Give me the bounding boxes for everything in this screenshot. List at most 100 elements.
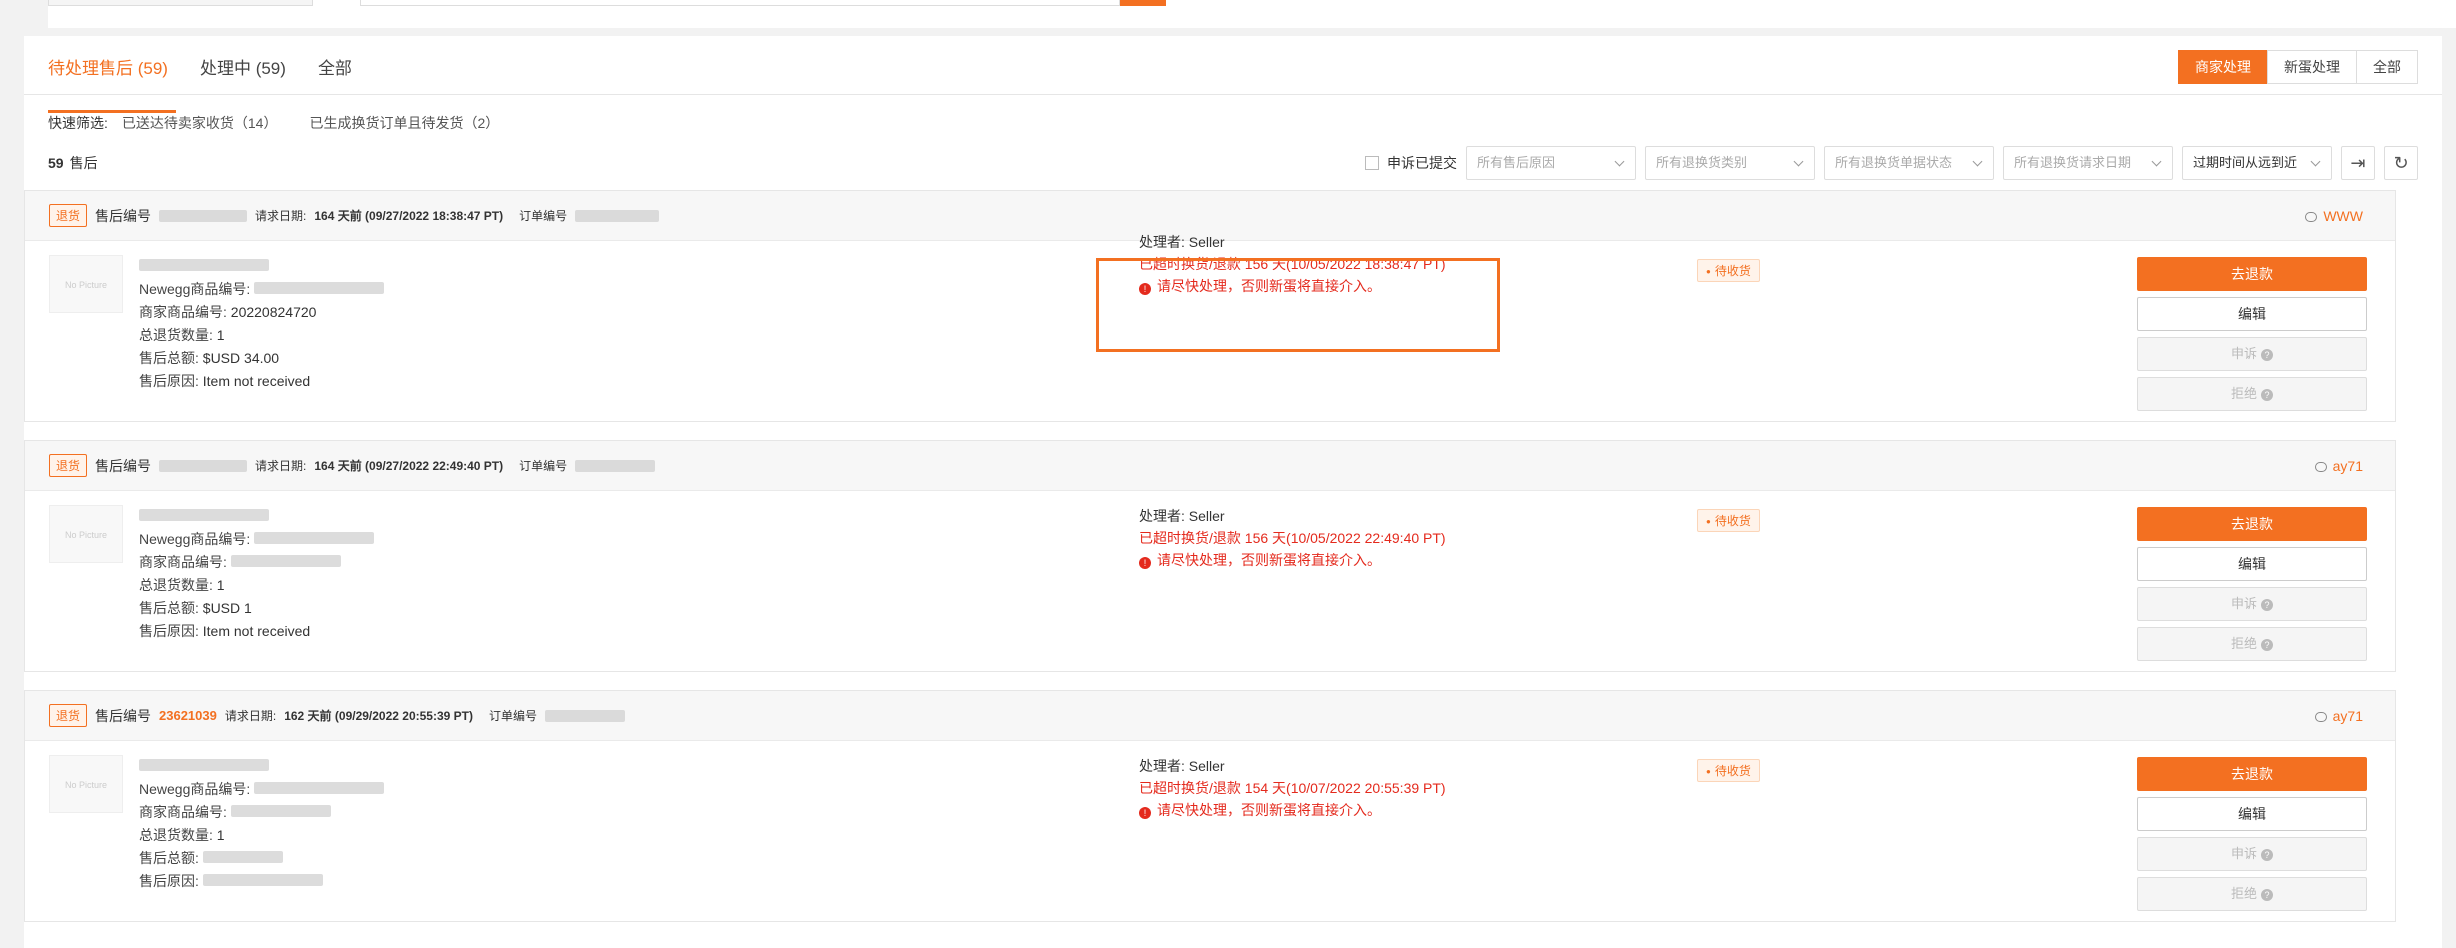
reject-button[interactable]: 拒绝? <box>2137 877 2367 911</box>
product-title[interactable] <box>139 505 374 528</box>
product-title[interactable] <box>139 255 384 278</box>
reject-button[interactable]: 拒绝? <box>2137 377 2367 411</box>
status-badge: 待收货 <box>1697 259 1760 282</box>
tab-pending[interactable]: 待处理售后 (59) <box>48 56 176 113</box>
reason-label: 售后原因: <box>139 373 199 389</box>
edit-button[interactable]: 编辑 <box>2137 297 2367 331</box>
handler-row: 处理者: Seller <box>1139 505 1446 527</box>
total-label: 售后总额: <box>139 600 199 616</box>
type-select[interactable]: 所有退换货类别 <box>1645 146 1815 180</box>
rma-no-redacted <box>159 459 248 472</box>
refund-button[interactable]: 去退款 <box>2137 507 2367 541</box>
reject-label: 拒绝 <box>2230 636 2257 651</box>
date-select[interactable]: 所有退换货请求日期 <box>2003 146 2173 180</box>
seller-item-label: 商家商品编号: <box>139 804 227 820</box>
refund-button[interactable]: 去退款 <box>2137 257 2367 291</box>
appeal-label: 申诉 <box>2230 846 2257 861</box>
export-icon[interactable]: ⇥ <box>2341 146 2375 180</box>
handler-value: Seller <box>1188 234 1225 250</box>
newegg-item-redacted <box>254 532 375 544</box>
newegg-item-row: Newegg商品编号: <box>139 778 385 801</box>
product-image: No Picture <box>49 755 123 813</box>
seller-item-row: 商家商品编号: <box>139 551 374 574</box>
appeal-button[interactable]: 申诉? <box>2137 587 2367 621</box>
edit-button[interactable]: 编辑 <box>2137 797 2367 831</box>
reject-button[interactable]: 拒绝? <box>2137 627 2367 661</box>
warning-icon: ! <box>1139 807 1151 819</box>
chat-icon <box>2314 462 2327 472</box>
appeal-label: 申诉 <box>2230 346 2257 361</box>
overdue-text: 已超时换货/退款 154 天(10/07/2022 20:55:39 PT) <box>1139 780 1446 796</box>
handler-value: Seller <box>1188 758 1225 774</box>
return-tag: 退货 <box>49 454 88 477</box>
customer-name[interactable]: WWW <box>2323 208 2363 224</box>
customer-link[interactable]: ay71 <box>2314 691 2363 741</box>
seller-item-row: 商家商品编号: 20220824720 <box>139 301 384 324</box>
tab-all[interactable]: 全部 <box>318 56 352 96</box>
handler-value: Seller <box>1188 508 1225 524</box>
reason-select[interactable]: 所有售后原因 <box>1466 146 1636 180</box>
appeal-label: 申诉 <box>2230 596 2257 611</box>
urgent-text: 请尽快处理，否则新蛋将直接介入。 <box>1157 278 1381 294</box>
appeal-submitted-checkbox[interactable]: 申诉已提交 <box>1365 153 1457 173</box>
result-count: 59 售后 <box>48 148 98 178</box>
seller-item-redacted <box>230 555 341 567</box>
search-input[interactable] <box>360 0 1120 6</box>
segment-seller[interactable]: 商家处理 <box>2178 50 2268 84</box>
edit-button[interactable]: 编辑 <box>2137 547 2367 581</box>
reject-label: 拒绝 <box>2230 386 2257 401</box>
rma-no[interactable]: 23621039 <box>159 708 217 723</box>
qty-row: 总退货数量: 1 <box>139 824 384 847</box>
quick-filter-label: 快速筛选: <box>48 115 108 131</box>
customer-name[interactable]: ay71 <box>2333 458 2363 474</box>
seller-item-label: 商家商品编号: <box>139 304 227 320</box>
rma-no-label: 售后编号 <box>95 207 152 224</box>
handler-label: 处理者: <box>1139 508 1185 524</box>
product-title[interactable] <box>139 755 384 778</box>
refresh-icon[interactable]: ↻ <box>2384 146 2418 180</box>
reason-value: Item not received <box>202 623 311 639</box>
customer-link[interactable]: ay71 <box>2314 441 2363 491</box>
segment-newegg[interactable]: 新蛋处理 <box>2267 50 2357 84</box>
processing-info: 处理者: Seller 已超时换货/退款 156 天(10/05/2022 18… <box>1139 231 1446 297</box>
status-select[interactable]: 所有退换货单据状态 <box>1824 146 1994 180</box>
sort-select[interactable]: 过期时间从远到近 <box>2182 146 2332 180</box>
customer-link[interactable]: WWW <box>2305 191 2363 241</box>
seller-item-redacted <box>230 805 331 817</box>
segment-all[interactable]: 全部 <box>2356 50 2418 84</box>
quick-filter-delivered[interactable]: 已送达待卖家收货（14） <box>122 108 278 138</box>
order-no-redacted <box>575 209 660 222</box>
newegg-item-row: Newegg商品编号: <box>139 278 385 301</box>
checkbox-box[interactable] <box>1365 156 1379 170</box>
action-buttons: 去退款 编辑 申诉? 拒绝? <box>2137 757 2367 917</box>
product-info: Newegg商品编号: 商家商品编号: 总退货数量: 1 售后总额: 售后原因: <box>139 755 385 893</box>
reason-label: 售后原因: <box>139 623 199 639</box>
result-count-label: 售后 <box>69 155 98 171</box>
warning-icon: ! <box>1139 283 1151 295</box>
newegg-item-label: Newegg商品编号: <box>139 281 251 297</box>
search-field-type[interactable] <box>48 0 313 6</box>
rma-no-redacted <box>159 209 248 222</box>
product-image: No Picture <box>49 255 123 313</box>
reject-label: 拒绝 <box>2230 886 2257 901</box>
status-badge: 待收货 <box>1697 759 1760 782</box>
search-button[interactable] <box>1120 0 1166 6</box>
urgent-row: ! 请尽快处理，否则新蛋将直接介入。 <box>1139 275 1446 297</box>
handler-label: 处理者: <box>1139 234 1185 250</box>
appeal-button[interactable]: 申诉? <box>2137 337 2367 371</box>
rma-card-header: 退货 售后编号 23621039 请求日期: 162 天前 (09/29/202… <box>25 691 2395 741</box>
reason-row: 售后原因: Item not received <box>139 620 374 643</box>
appeal-button[interactable]: 申诉? <box>2137 837 2367 871</box>
refund-button[interactable]: 去退款 <box>2137 757 2367 791</box>
qty-row: 总退货数量: 1 <box>139 574 374 597</box>
amount: 1 <box>244 600 252 616</box>
qty-label: 总退货数量: <box>139 577 213 593</box>
newegg-item-row: Newegg商品编号: <box>139 528 375 551</box>
chat-icon <box>2314 712 2327 722</box>
tab-processing[interactable]: 处理中 (59) <box>200 56 286 96</box>
return-tag: 退货 <box>49 704 88 727</box>
overdue-text: 已超时换货/退款 156 天(10/05/2022 18:38:47 PT) <box>1139 256 1446 272</box>
qty-value: 1 <box>216 327 225 343</box>
customer-name[interactable]: ay71 <box>2333 708 2363 724</box>
quick-filter-exchange[interactable]: 已生成换货订单且待发货（2） <box>309 108 499 138</box>
